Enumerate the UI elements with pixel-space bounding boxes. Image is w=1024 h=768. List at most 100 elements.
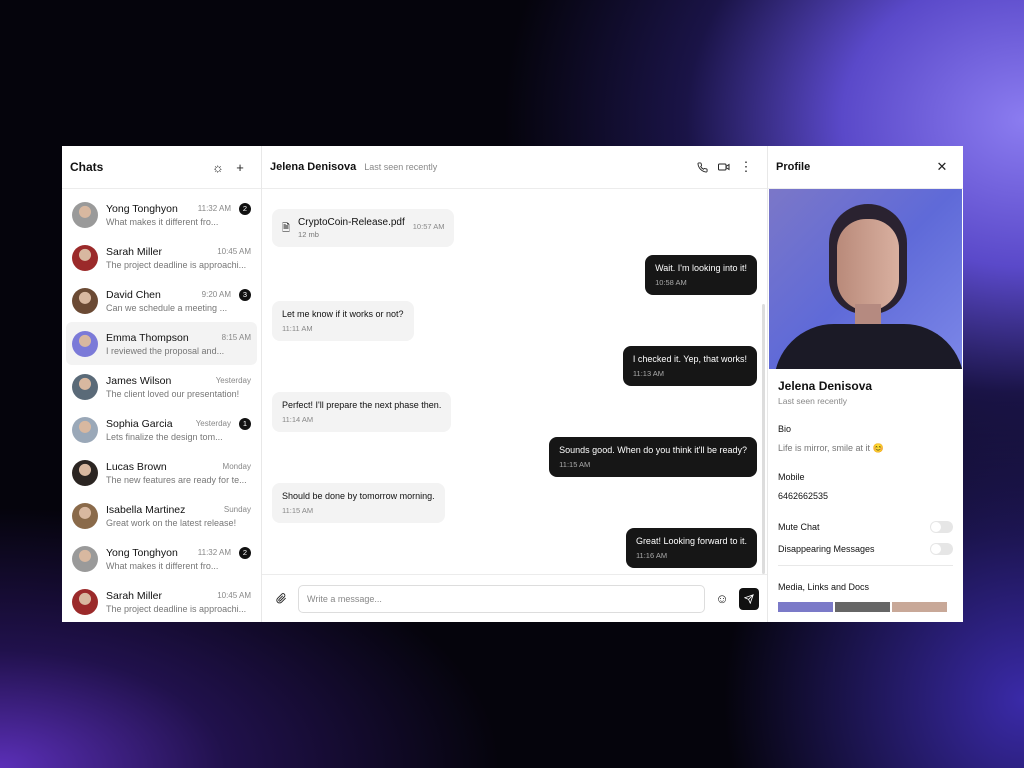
unread-badge: 1 (239, 417, 251, 430)
chat-preview: Great work on the latest release! (106, 517, 237, 528)
close-icon[interactable]: ✕ (931, 156, 953, 178)
avatar (72, 373, 98, 400)
message-bubble: Should be done by tomorrow morning. 11:15… (272, 482, 445, 523)
chat-list-item[interactable]: Sarah Miller 10:45 AM The project deadli… (66, 236, 257, 279)
phone-icon[interactable] (691, 156, 713, 178)
avatar (72, 459, 98, 486)
chat-time: Yesterday (195, 419, 231, 428)
message-time: 11:14 AM (282, 414, 314, 424)
chat-list-item[interactable]: James Wilson Yesterday The client loved … (66, 365, 257, 408)
message-time: 11:13 AM (632, 369, 665, 378)
chat-time: 10:45 AM (217, 591, 251, 600)
chat-app-window: Chats ☼ + Yong Tonghyon 11:32 AM 2 What … (62, 146, 963, 622)
media-thumbnail[interactable] (892, 602, 947, 612)
chat-preview: Can we schedule a meeting ... (106, 302, 228, 313)
avatar (72, 287, 98, 314)
unread-badge: 2 (239, 546, 251, 559)
message-bubble: I checked it. Yep, that works! 11:13 AM (622, 346, 757, 386)
chat-name: David Chen (106, 288, 161, 301)
send-icon (744, 593, 754, 604)
mute-chat-toggle[interactable] (930, 521, 953, 533)
send-button[interactable] (739, 587, 759, 610)
profile-title: Profile (776, 161, 811, 173)
conversation-panel: Jelena Denisova Last seen recently ⋮ 🗎 C… (262, 146, 768, 622)
chat-preview: What makes it different fro... (106, 216, 219, 227)
message-time: 11:15 AM (282, 505, 314, 515)
message-text: Great! Looking forward to it. (635, 536, 747, 546)
message-time: 10:58 AM (655, 278, 687, 287)
chat-name: Sarah Miller (106, 245, 163, 258)
profile-header: Profile ✕ (768, 146, 963, 189)
disappearing-messages-label: Disappearing Messages (778, 544, 875, 554)
more-icon[interactable]: ⋮ (735, 156, 757, 178)
file-attachment[interactable]: 🗎 CryptoCoin-Release.pdf 12 mb 10:57 AM (272, 209, 455, 247)
chat-name: Isabella Martinez (106, 503, 186, 516)
avatar (72, 545, 98, 572)
sun-icon[interactable]: ☼ (207, 156, 229, 178)
avatar (72, 416, 98, 443)
chat-list-item[interactable]: Emma Thompson 8:15 AM I reviewed the pro… (66, 322, 257, 365)
mute-chat-label: Mute Chat (778, 522, 820, 532)
chat-list-item[interactable]: Lucas Brown Monday The new features are … (66, 451, 257, 494)
chat-name: Sarah Miller (106, 589, 163, 602)
message-bubble: Great! Looking forward to it. 11:16 AM (625, 528, 757, 568)
paperclip-icon[interactable] (270, 588, 292, 610)
media-thumbnail[interactable] (778, 602, 833, 612)
disappearing-messages-toggle[interactable] (930, 543, 953, 555)
avatar (72, 201, 98, 228)
message-text: Let me know if it works or not? (282, 308, 404, 319)
chat-preview: The project deadline is approachi... (106, 259, 247, 270)
unread-badge: 2 (239, 202, 251, 215)
chat-preview: I reviewed the proposal and... (106, 345, 225, 356)
chat-list-item[interactable]: Yong Tonghyon 11:32 AM 2 What makes it d… (66, 537, 257, 580)
conversation-header: Jelena Denisova Last seen recently ⋮ (262, 146, 767, 189)
chat-name: Lucas Brown (106, 460, 167, 473)
bio-label: Bio (778, 424, 792, 434)
message-bubble: Sounds good. When do you think it'll be … (549, 437, 757, 477)
chat-name: Sophia Garcia (106, 417, 173, 430)
chat-list-item[interactable]: David Chen 9:20 AM 3 Can we schedule a m… (66, 279, 257, 322)
chat-time: 9:20 AM (201, 290, 231, 299)
profile-status: Last seen recently (778, 396, 847, 406)
chat-time: Sunday (223, 505, 251, 514)
chat-time: Monday (222, 462, 251, 471)
contact-name[interactable]: Jelena Denisova (270, 161, 356, 173)
chat-list-item[interactable]: Isabella Martinez Sunday Great work on t… (66, 494, 257, 537)
chat-preview: The client loved our presentation! (106, 388, 240, 399)
chats-header: Chats ☼ + (62, 146, 261, 189)
chat-time: Yesterday (215, 376, 251, 385)
message-time: 11:11 AM (282, 323, 313, 333)
chat-list-item[interactable]: Sarah Miller 10:45 AM The project deadli… (66, 580, 257, 622)
bio-text: Life is mirror, smile at it 😊 (778, 443, 884, 453)
divider (778, 565, 953, 566)
message-input[interactable]: Write a message... (298, 584, 705, 613)
mobile-number: 6462662535 (778, 491, 829, 501)
media-thumbnail[interactable] (835, 602, 890, 612)
chat-time: 8:15 AM (221, 333, 251, 342)
chat-preview: The project deadline is approachi... (106, 603, 247, 614)
emoji-icon[interactable]: ☺ (711, 588, 733, 610)
message-text: Should be done by tomorrow morning. (282, 490, 435, 501)
message-time: 11:16 AM (635, 551, 668, 560)
chat-name: Yong Tonghyon (106, 202, 178, 215)
message-text: I checked it. Yep, that works! (632, 354, 747, 364)
avatar (72, 244, 98, 271)
mobile-label: Mobile (778, 472, 805, 482)
chats-title: Chats (70, 160, 104, 174)
file-size: 12 mb (298, 230, 319, 239)
file-time: 10:57 AM (412, 222, 445, 231)
document-icon: 🗎 (282, 223, 291, 234)
profile-photo[interactable] (769, 189, 962, 369)
avatar (72, 330, 98, 357)
scrollbar[interactable] (762, 304, 765, 574)
chat-time: 11:32 AM (197, 204, 231, 213)
message-bubble: Perfect! I'll prepare the next phase the… (272, 391, 452, 432)
plus-icon[interactable]: + (229, 156, 251, 178)
message-time: 11:15 AM (559, 460, 591, 469)
message-bubble: Let me know if it works or not? 11:11 AM (272, 300, 414, 341)
video-icon[interactable] (713, 156, 735, 178)
chat-list-item[interactable]: Yong Tonghyon 11:32 AM 2 What makes it d… (66, 193, 257, 236)
avatar (72, 588, 98, 615)
chat-name: Emma Thompson (106, 331, 189, 344)
chat-list-item[interactable]: Sophia Garcia Yesterday 1 Lets finalize … (66, 408, 257, 451)
